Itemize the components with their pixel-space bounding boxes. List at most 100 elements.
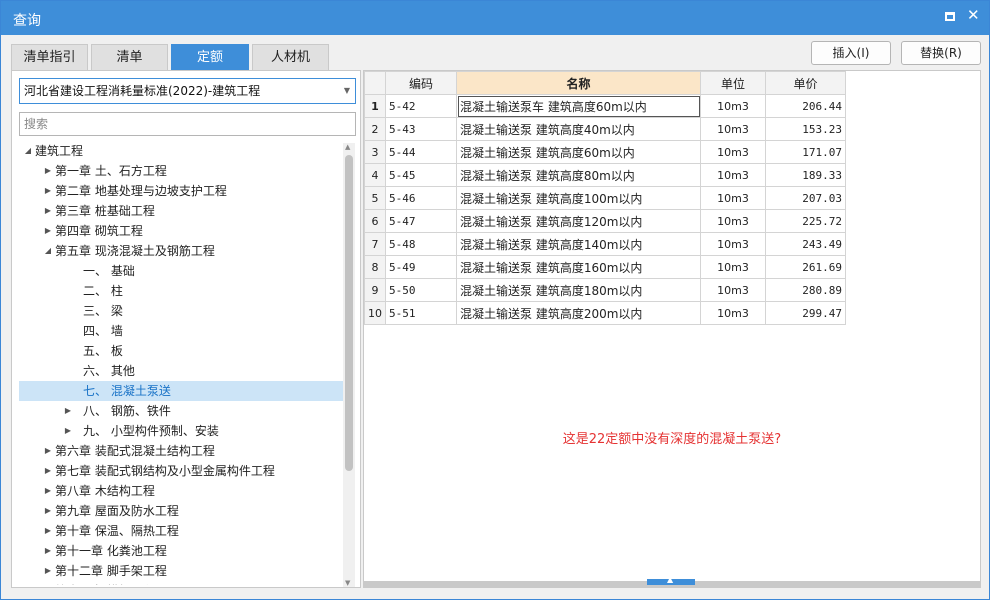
- tree-item[interactable]: ▶ 九、 小型构件预制、安装: [19, 421, 343, 441]
- cell-price[interactable]: 225.72: [765, 209, 846, 233]
- cell-name[interactable]: 混凝土输送泵 建筑高度180m以内: [456, 278, 701, 302]
- table-row[interactable]: 2 5-43 混凝土输送泵 建筑高度40m以内 10m3 153.23: [364, 117, 846, 141]
- tab-labor-material-machine[interactable]: 人材机: [252, 44, 329, 70]
- scroll-up-icon[interactable]: ▲: [345, 143, 350, 151]
- row-number[interactable]: 3: [364, 140, 386, 164]
- tree-item[interactable]: 四、 墙: [19, 321, 343, 341]
- cell-code[interactable]: 5-48: [385, 232, 457, 256]
- cell-unit[interactable]: 10m3: [700, 301, 766, 325]
- cell-code[interactable]: 5-50: [385, 278, 457, 302]
- cell-code[interactable]: 5-47: [385, 209, 457, 233]
- row-number[interactable]: 4: [364, 163, 386, 187]
- tree-item[interactable]: 三、 梁: [19, 301, 343, 321]
- scroll-knob[interactable]: ▲: [647, 575, 695, 585]
- cell-name[interactable]: 混凝土输送泵 建筑高度140m以内: [456, 232, 701, 256]
- cell-name[interactable]: 混凝土输送泵 建筑高度60m以内: [456, 140, 701, 164]
- cell-unit[interactable]: 10m3: [700, 278, 766, 302]
- cell-unit[interactable]: 10m3: [700, 140, 766, 164]
- dropdown-arrow-icon[interactable]: ▼: [344, 79, 350, 103]
- row-number[interactable]: 10: [364, 301, 386, 325]
- tree-item[interactable]: ◢ 第五章 现浇混凝土及钢筋工程: [19, 241, 343, 261]
- collapsed-triangle-icon[interactable]: ▶: [43, 221, 53, 241]
- scroll-down-icon[interactable]: ▼: [345, 579, 350, 587]
- replace-button[interactable]: 替换(R): [901, 41, 981, 65]
- tree-item[interactable]: 六、 其他: [19, 361, 343, 381]
- cell-code[interactable]: 5-51: [385, 301, 457, 325]
- cell-price[interactable]: 207.03: [765, 186, 846, 210]
- collapsed-triangle-icon[interactable]: ▶: [43, 561, 53, 581]
- row-number[interactable]: 1: [364, 94, 386, 118]
- cell-price[interactable]: 280.89: [765, 278, 846, 302]
- tree-item[interactable]: ▶ 第七章 装配式钢结构及小型金属构件工程: [19, 461, 343, 481]
- column-header-unit[interactable]: 单位: [700, 71, 766, 95]
- row-number[interactable]: 9: [364, 278, 386, 302]
- tree-item[interactable]: ▶ 第二章 地基处理与边坡支护工程: [19, 181, 343, 201]
- tree-item[interactable]: ▶ 第十一章 化粪池工程: [19, 541, 343, 561]
- tree-item[interactable]: 一、 基础: [19, 261, 343, 281]
- table-row[interactable]: 10 5-51 混凝土输送泵 建筑高度200m以内 10m3 299.47: [364, 301, 846, 325]
- scroll-thumb[interactable]: [345, 155, 353, 471]
- column-header-price[interactable]: 单价: [765, 71, 846, 95]
- cell-code[interactable]: 5-45: [385, 163, 457, 187]
- table-row[interactable]: 3 5-44 混凝土输送泵 建筑高度60m以内 10m3 171.07: [364, 140, 846, 164]
- tree-item[interactable]: ▶ 第八章 木结构工程: [19, 481, 343, 501]
- cell-name[interactable]: 混凝土输送泵 建筑高度160m以内: [456, 255, 701, 279]
- tree-scrollbar[interactable]: ▲ ▼: [343, 143, 355, 587]
- row-number[interactable]: 7: [364, 232, 386, 256]
- cell-price[interactable]: 206.44: [765, 94, 846, 118]
- tree-item[interactable]: 七、 混凝土泵送: [19, 381, 343, 401]
- tab-bill-guide[interactable]: 清单指引: [11, 44, 88, 70]
- standard-select[interactable]: 河北省建设工程消耗量标准(2022)-建筑工程 ▼: [19, 78, 356, 104]
- cell-unit[interactable]: 10m3: [700, 255, 766, 279]
- cell-price[interactable]: 171.07: [765, 140, 846, 164]
- tree-item[interactable]: ◢ 建筑工程: [19, 141, 343, 161]
- collapsed-triangle-icon[interactable]: ▶: [43, 181, 53, 201]
- expanded-triangle-icon[interactable]: ◢: [43, 241, 53, 261]
- tree-item[interactable]: ▶ 第四章 砌筑工程: [19, 221, 343, 241]
- close-icon[interactable]: ✕: [967, 8, 980, 23]
- cell-name[interactable]: 混凝土输送泵 建筑高度80m以内: [456, 163, 701, 187]
- column-header-code[interactable]: 编码: [385, 71, 457, 95]
- tree-item[interactable]: ▶ 第六章 装配式混凝土结构工程: [19, 441, 343, 461]
- row-number[interactable]: 5: [364, 186, 386, 210]
- cell-unit[interactable]: 10m3: [700, 209, 766, 233]
- cell-unit[interactable]: 10m3: [700, 94, 766, 118]
- tree-item[interactable]: 五、 板: [19, 341, 343, 361]
- cell-price[interactable]: 243.49: [765, 232, 846, 256]
- cell-code[interactable]: 5-42: [385, 94, 457, 118]
- table-row[interactable]: 9 5-50 混凝土输送泵 建筑高度180m以内 10m3 280.89: [364, 278, 846, 302]
- table-row[interactable]: 5 5-46 混凝土输送泵 建筑高度100m以内 10m3 207.03: [364, 186, 846, 210]
- cell-name[interactable]: 混凝土输送泵 建筑高度120m以内: [456, 209, 701, 233]
- cell-unit[interactable]: 10m3: [700, 186, 766, 210]
- collapsed-triangle-icon[interactable]: ▶: [63, 421, 73, 441]
- row-number[interactable]: 2: [364, 117, 386, 141]
- cell-price[interactable]: 261.69: [765, 255, 846, 279]
- cell-code[interactable]: 5-44: [385, 140, 457, 164]
- table-row[interactable]: 1 5-42 混凝土输送泵车 建筑高度60m以内 10m3 206.44: [364, 94, 846, 118]
- tree-item[interactable]: ▶ 第九章 屋面及防水工程: [19, 501, 343, 521]
- cell-unit[interactable]: 10m3: [700, 232, 766, 256]
- cell-price[interactable]: 153.23: [765, 117, 846, 141]
- collapsed-triangle-icon[interactable]: ▶: [43, 581, 53, 585]
- collapsed-triangle-icon[interactable]: ▶: [43, 501, 53, 521]
- tree-item[interactable]: ▶第十三章 模板工程: [19, 581, 343, 585]
- cell-code[interactable]: 5-43: [385, 117, 457, 141]
- table-row[interactable]: 8 5-49 混凝土输送泵 建筑高度160m以内 10m3 261.69: [364, 255, 846, 279]
- column-header-name[interactable]: 名称: [456, 71, 701, 95]
- maximize-icon[interactable]: [944, 11, 956, 23]
- insert-button[interactable]: 插入(I): [811, 41, 891, 65]
- tab-quota[interactable]: 定额: [171, 44, 249, 70]
- row-number[interactable]: 8: [364, 255, 386, 279]
- collapsed-triangle-icon[interactable]: ▶: [43, 461, 53, 481]
- tree-item[interactable]: ▶ 第一章 土、石方工程: [19, 161, 343, 181]
- cell-code[interactable]: 5-49: [385, 255, 457, 279]
- cell-name[interactable]: 混凝土输送泵 建筑高度40m以内: [456, 117, 701, 141]
- cell-unit[interactable]: 10m3: [700, 163, 766, 187]
- tree-item[interactable]: 二、 柱: [19, 281, 343, 301]
- tab-bill[interactable]: 清单: [91, 44, 168, 70]
- collapsed-triangle-icon[interactable]: ▶: [43, 161, 53, 181]
- cell-name[interactable]: 混凝土输送泵车 建筑高度60m以内: [456, 94, 701, 118]
- cell-price[interactable]: 299.47: [765, 301, 846, 325]
- table-row[interactable]: 7 5-48 混凝土输送泵 建筑高度140m以内 10m3 243.49: [364, 232, 846, 256]
- tree-item[interactable]: ▶ 第十章 保温、隔热工程: [19, 521, 343, 541]
